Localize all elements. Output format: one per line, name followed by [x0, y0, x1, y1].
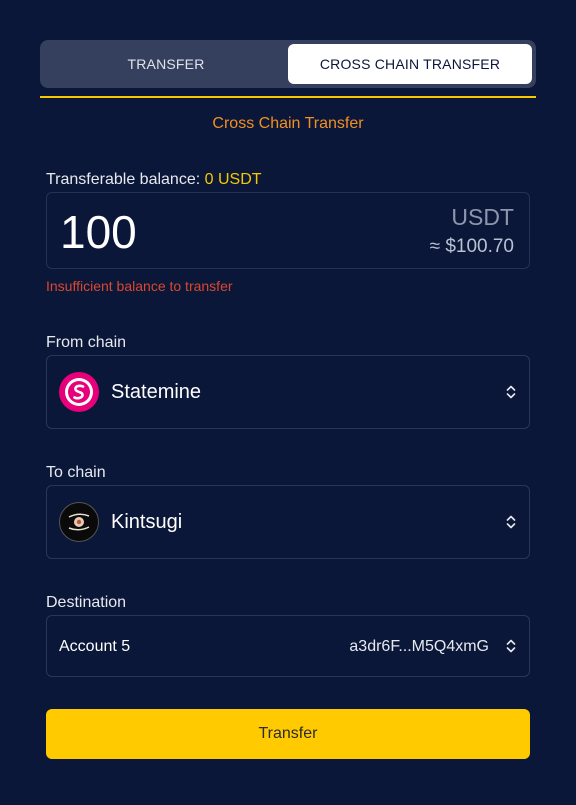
- to-chain-name: Kintsugi: [111, 510, 183, 533]
- amount-usd-estimate: ≈ $100.70: [429, 236, 514, 257]
- kintsugi-logo-icon: [59, 502, 99, 542]
- chevron-up-down-icon: [506, 385, 516, 399]
- from-chain-name: Statemine: [111, 380, 202, 403]
- amount-unit: USDT: [451, 204, 514, 230]
- from-chain-label: From chain: [46, 334, 127, 351]
- statemine-logo-icon: [59, 372, 99, 412]
- to-chain-select[interactable]: Kintsugi: [46, 485, 530, 559]
- balance-value: 0 USDT: [204, 171, 262, 188]
- from-chain-select[interactable]: Statemine: [46, 355, 530, 429]
- balance-label: Transferable balance:: [46, 171, 201, 188]
- tab-divider: [40, 96, 536, 98]
- destination-label: Destination: [46, 594, 127, 611]
- transferable-balance: Transferable balance: 0 USDT: [46, 171, 262, 189]
- chevron-up-down-icon: [506, 639, 516, 653]
- tab-transfer[interactable]: TRANSFER: [44, 44, 288, 84]
- error-message: Insufficient balance to transfer: [46, 278, 233, 294]
- transfer-type-tabs: TRANSFER CROSS CHAIN TRANSFER: [40, 40, 536, 88]
- amount-value[interactable]: 100: [60, 205, 137, 259]
- destination-select[interactable]: Account 5 a3dr6F...M5Q4xmG: [46, 615, 530, 677]
- to-chain-label: To chain: [46, 464, 106, 481]
- tab-cross-chain-transfer[interactable]: CROSS CHAIN TRANSFER: [288, 44, 532, 84]
- destination-address: a3dr6F...M5Q4xmG: [349, 638, 489, 655]
- chevron-up-down-icon: [506, 515, 516, 529]
- amount-input[interactable]: 100 USDT ≈ $100.70: [46, 192, 530, 269]
- destination-account-name: Account 5: [59, 638, 131, 655]
- section-title: Cross Chain Transfer: [212, 115, 364, 132]
- transfer-button[interactable]: Transfer: [46, 709, 530, 759]
